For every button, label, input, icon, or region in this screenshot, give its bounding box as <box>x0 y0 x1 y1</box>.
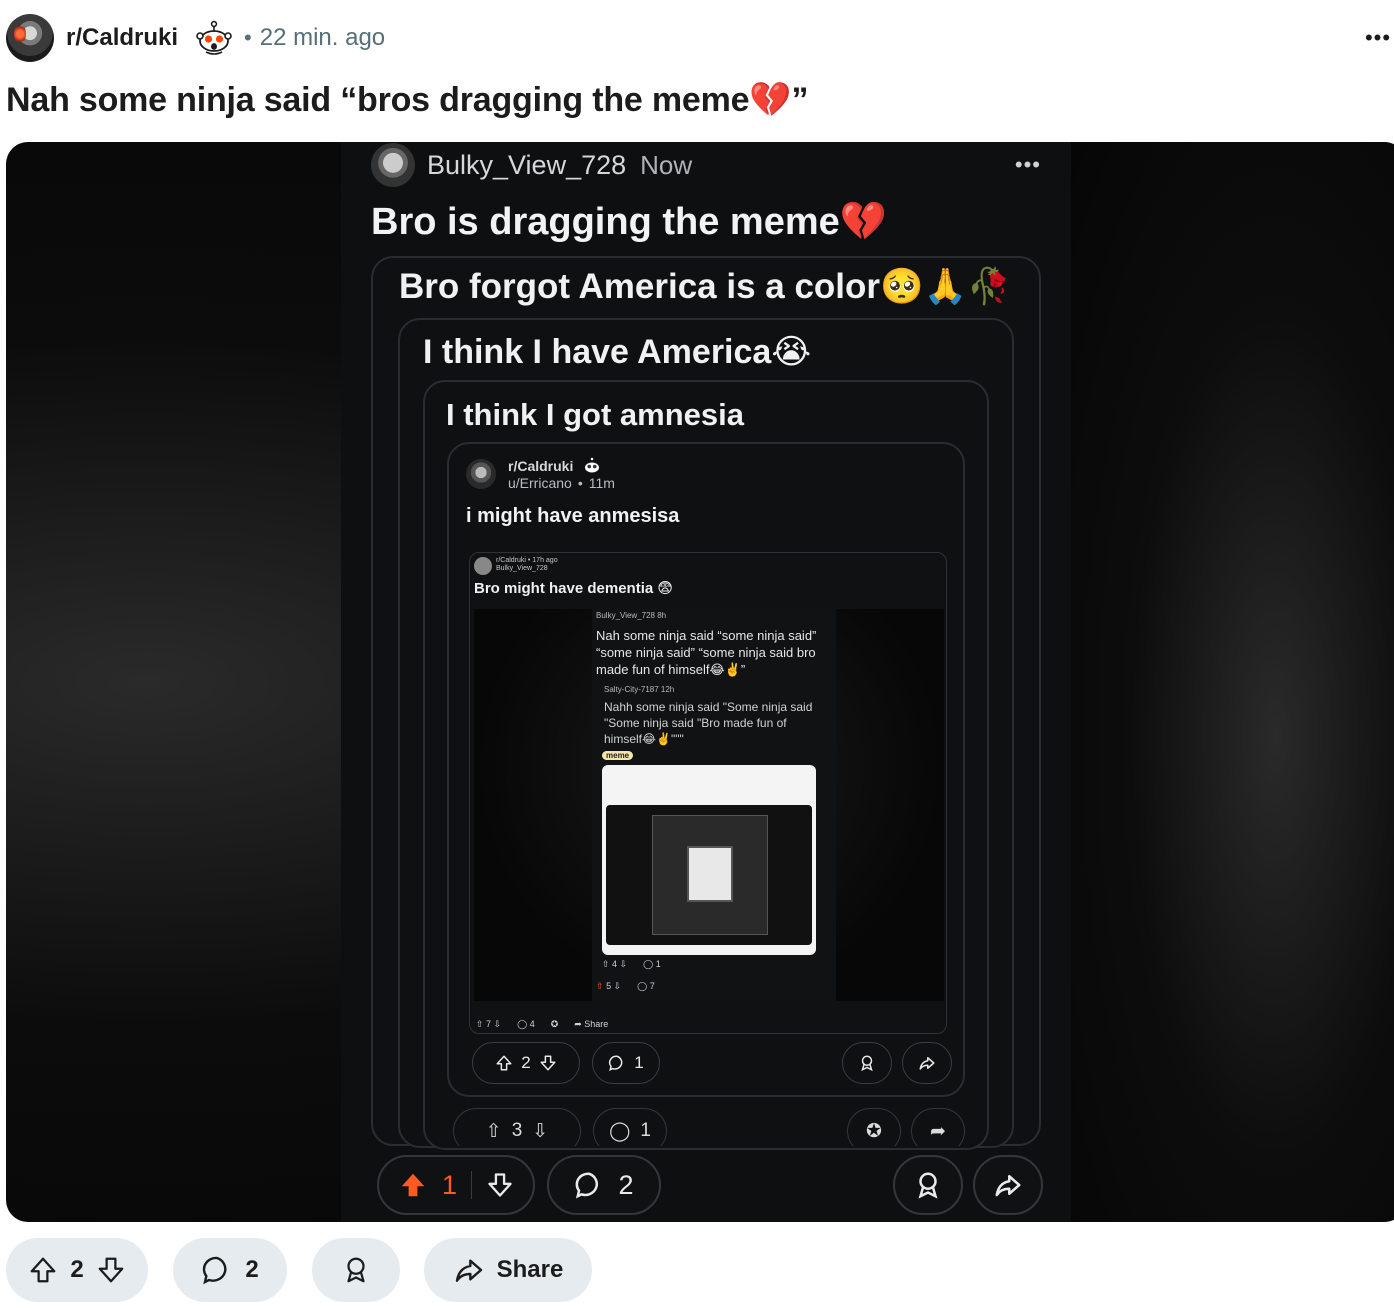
inner-subreddit: r/Caldruki <box>508 458 574 474</box>
level4-user: Salty-City-7187 12h <box>604 685 675 694</box>
media-comment-icon <box>576 1172 599 1199</box>
ghost-upvote-count: 3 <box>511 1120 523 1141</box>
inner-upvote-icon <box>496 1055 512 1071</box>
comment-button[interactable]: 2 <box>173 1238 287 1302</box>
deep-upvotes-2: 5 <box>606 981 612 991</box>
deep-upvotes-1: 4 <box>612 959 618 969</box>
media-header: Bulky_View_728 Now <box>371 142 692 188</box>
inner-snoo-icon <box>583 457 601 475</box>
inner-award-icon <box>861 1055 873 1072</box>
deep-meta-sub: r/Caldruki • 17h ago <box>496 557 558 564</box>
share-button[interactable]: Share <box>424 1238 592 1302</box>
nested-title-2: I think I have America😭 <box>423 333 812 371</box>
media-user-avatar <box>371 143 415 187</box>
media-comment-pill: 2 <box>547 1155 661 1215</box>
deep-footer-share: Share <box>584 1019 609 1029</box>
ghost-comment-count: 1 <box>640 1120 651 1141</box>
media-share-icon <box>995 1175 1021 1197</box>
media-time: Now <box>640 149 693 180</box>
media-frame: Bulky_View_728 Now ••• Bro is dragging t… <box>341 142 1071 1222</box>
upvote-icon[interactable] <box>28 1255 58 1285</box>
media-comment-count: 2 <box>618 1169 634 1200</box>
ghost-actions: ⇧ 3 ⇩ ◯ 1 ✪ ➦ <box>447 1106 967 1146</box>
meme-tag: meme <box>602 751 634 760</box>
post-time: 22 min. ago <box>259 24 386 51</box>
media-vote-pill: 1 <box>377 1155 535 1215</box>
downvote-icon[interactable] <box>96 1255 126 1285</box>
level3-text: Nah some ninja said “some ninja said” “s… <box>596 628 817 677</box>
media-award-icon <box>918 1172 938 1199</box>
deep-screenshot-core <box>687 846 733 902</box>
award-icon <box>341 1255 371 1285</box>
inner-share-pill <box>902 1042 952 1084</box>
subreddit-avatar[interactable] <box>6 14 54 62</box>
media-share-pill <box>973 1155 1043 1215</box>
inner-title: i might have anmesisa <box>466 505 680 527</box>
deep-footer-actions: ⇧ 7 ⇩ ◯ 4 ✪ ➦ Share <box>476 1019 609 1029</box>
media-downvote-icon <box>488 1173 512 1197</box>
deep-screenshot-dark <box>606 805 812 945</box>
deep-actions-1: ⇧ 4 ⇩ ◯ 1 <box>602 959 661 969</box>
deep-actions-2: ⇧ 5 ⇩ ◯ 7 <box>596 981 655 991</box>
deep-meta-user: Bulky_View_728 <box>496 565 548 572</box>
comment-count: 2 <box>245 1256 259 1283</box>
deep-media: Bulky_View_728 8h Nah some ninja said “s… <box>474 609 944 1001</box>
inner-vote-pill: 2 <box>472 1042 580 1084</box>
more-icon[interactable]: ••• <box>1362 22 1394 54</box>
snoo-icon <box>194 18 234 58</box>
media-title: Bro is dragging the meme💔 <box>371 201 888 243</box>
meta-separator: • <box>244 25 252 50</box>
deep-comments-1: 1 <box>655 959 661 969</box>
share-icon <box>453 1254 485 1286</box>
share-label: Share <box>496 1256 564 1283</box>
inner-comment-icon <box>609 1055 623 1072</box>
post-header: r/Caldruki • 22 min. ago ••• <box>6 12 1394 64</box>
subreddit-name[interactable]: r/Caldruki <box>66 24 178 52</box>
ghost-share-pill: ➦ <box>911 1108 965 1146</box>
media-actions: 1 2 <box>371 1155 1043 1217</box>
level3-user: Bulky_View_728 8h <box>596 611 667 620</box>
inner-username: u/Erricano <box>508 475 572 491</box>
inner-downvote-icon <box>540 1055 556 1071</box>
media-award-pill <box>893 1155 963 1215</box>
ghost-comment-pill: ◯ 1 <box>593 1108 667 1146</box>
deep-meta: r/Caldruki • 17h ago Bulky_View_728 <box>496 557 558 573</box>
vote-pill: 2 <box>6 1238 148 1302</box>
award-button[interactable] <box>312 1238 400 1302</box>
inner-actions: 2 1 <box>466 1042 952 1084</box>
inner-comment-pill: 1 <box>592 1042 660 1084</box>
comment-icon <box>201 1254 233 1286</box>
media-more-icon: ••• <box>1014 152 1041 177</box>
inner-award-pill <box>842 1042 892 1084</box>
media-upvote-count: 1 <box>441 1169 458 1200</box>
post-media[interactable]: Bulky_View_728 Now ••• Bro is dragging t… <box>6 142 1394 1222</box>
inner-share-icon <box>919 1057 935 1070</box>
deep-nested-post: r/Caldruki • 17h ago Bulky_View_728 Bro … <box>469 552 947 1034</box>
level4-text: Nahh some ninja said "Some ninja said "S… <box>604 700 813 746</box>
inner-post: r/Caldruki u/Erricano • 11m i might have… <box>466 457 946 528</box>
inner-comment-count: 1 <box>634 1053 644 1072</box>
nested-title-1: Bro forgot America is a color🥺🙏🥀 <box>399 267 1011 306</box>
nested-title-3: I think I got amnesia <box>446 397 744 432</box>
deep-comments-2: 7 <box>649 981 655 991</box>
media-upvote-icon <box>401 1173 425 1197</box>
inner-upvote-count: 2 <box>521 1053 531 1072</box>
deep-footer-upvotes: 7 <box>486 1019 492 1029</box>
inner-avatar <box>466 459 496 489</box>
ghost-award-pill: ✪ <box>847 1108 901 1146</box>
inner-separator: • <box>577 475 583 491</box>
ghost-vote-pill: ⇧ 3 ⇩ <box>453 1108 581 1146</box>
deep-avatar <box>474 557 492 575</box>
deep-screenshot <box>602 765 816 955</box>
deep-screen: Bulky_View_728 8h Nah some ninja said “s… <box>592 609 836 1001</box>
post-actions: 2 2 Share <box>6 1238 1394 1302</box>
post-title[interactable]: Nah some ninja said “bros dragging the m… <box>6 80 808 120</box>
deep-footer-comments: 4 <box>529 1019 535 1029</box>
deep-screenshot-mid <box>652 815 768 935</box>
inner-time: 11m <box>588 475 615 491</box>
upvote-count: 2 <box>70 1256 84 1283</box>
media-username: Bulky_View_728 <box>427 149 627 180</box>
media-blur-right <box>1071 142 1394 1222</box>
deep-title: Bro might have dementia 😨 <box>474 580 674 597</box>
